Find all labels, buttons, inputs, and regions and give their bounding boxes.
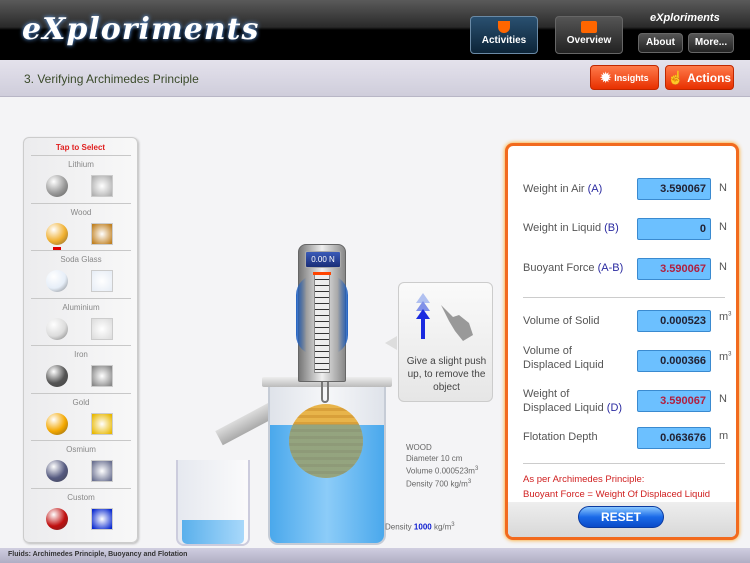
cube-shape-icon[interactable] xyxy=(91,175,113,197)
object-name: WOOD xyxy=(406,443,432,452)
material-item-gold[interactable]: Gold xyxy=(31,392,131,440)
flotation-depth-unit: m xyxy=(719,430,729,442)
material-selector: Tap to Select Lithium Wood Soda Glass Al… xyxy=(23,137,138,543)
material-label: Gold xyxy=(72,397,90,407)
liquid-density: Density 1000 kg/m3 xyxy=(385,522,455,532)
lightbulb-icon: ✹ xyxy=(600,69,612,85)
material-item-osmium[interactable]: Osmium xyxy=(31,440,131,487)
object-info: WOOD Diameter 10 cm Volume 0.000523m3 De… xyxy=(406,442,478,489)
cube-shape-icon[interactable] xyxy=(91,222,113,245)
material-label: Custom xyxy=(67,492,95,502)
sphere-shape-icon[interactable] xyxy=(46,175,68,197)
material-item-lithium[interactable]: Lithium xyxy=(31,155,131,202)
object-diameter: Diameter 10 cm xyxy=(406,454,463,463)
weight-displaced-unit: N xyxy=(719,393,727,405)
volume-solid-value: 0.000523 xyxy=(637,310,711,332)
weight-displaced-label: Weight of Displaced Liquid (D) xyxy=(523,388,623,414)
hand-icon xyxy=(441,305,473,341)
flotation-depth-value: 0.063676 xyxy=(637,427,711,449)
more-button[interactable]: More... xyxy=(688,33,734,53)
material-selector-title: Tap to Select xyxy=(55,143,106,152)
sphere-shape-icon[interactable] xyxy=(46,365,68,387)
brand-label: eXploriments xyxy=(650,12,720,24)
weight-displaced-value: 3.590067 xyxy=(637,390,711,412)
scale-reading: 0.00 N xyxy=(305,251,341,268)
weight-in-air-value: 3.590067 xyxy=(637,178,711,200)
material-item-wood[interactable]: Wood xyxy=(31,202,131,250)
sphere-shape-icon[interactable] xyxy=(46,317,68,340)
magnet-icon xyxy=(498,21,510,33)
actions-button[interactable]: ☝ Actions xyxy=(665,65,734,90)
material-label: Iron xyxy=(74,350,88,359)
submerged-part xyxy=(289,404,363,478)
easel-icon xyxy=(581,21,597,33)
sphere-shape-icon[interactable] xyxy=(46,507,68,530)
hook-icon xyxy=(321,381,329,403)
page-title: 3. Verifying Archimedes Principle xyxy=(24,72,199,86)
volume-displaced-value: 0.000366 xyxy=(637,350,711,372)
sphere-shape-icon[interactable] xyxy=(46,270,68,292)
cube-shape-icon[interactable] xyxy=(91,460,113,482)
cube-shape-icon[interactable] xyxy=(91,317,113,340)
insights-button[interactable]: ✹ Insights xyxy=(590,65,659,90)
object-volume: Volume 0.000523m3 xyxy=(406,466,479,476)
volume-solid-label: Volume of Solid xyxy=(523,315,600,327)
sphere-shape-icon[interactable] xyxy=(46,222,68,245)
buoyant-force-unit: N xyxy=(719,261,727,273)
arrow-up-icon xyxy=(416,293,430,339)
divider xyxy=(523,297,725,298)
about-button[interactable]: About xyxy=(638,33,683,53)
sphere-shape-icon[interactable] xyxy=(46,412,68,435)
spring-balance-scale xyxy=(314,273,330,373)
material-item-iron[interactable]: Iron xyxy=(31,345,131,392)
cube-shape-icon[interactable] xyxy=(91,365,113,387)
hint-text: Give a slight push up, to remove the obj… xyxy=(406,356,487,393)
reset-bar: RESET xyxy=(508,502,736,537)
volume-solid-unit: m3 xyxy=(719,311,732,323)
material-label: Aluminium xyxy=(62,302,100,312)
results-panel: Weight in Air (A) 3.590067 N Weight in L… xyxy=(505,143,739,540)
material-item-aluminium[interactable]: Aluminium xyxy=(31,297,131,345)
buoyant-force-value: 3.590067 xyxy=(637,258,711,280)
material-label: Lithium xyxy=(68,160,94,169)
divider xyxy=(523,463,725,464)
app-logo: eXploriments xyxy=(22,12,260,47)
hint-pointer xyxy=(385,336,397,350)
sphere-shape-icon[interactable] xyxy=(46,460,68,482)
overview-button[interactable]: Overview xyxy=(555,16,623,54)
material-item-soda-glass[interactable]: Soda Glass xyxy=(31,250,131,297)
weight-in-liquid-label: Weight in Liquid (B) xyxy=(523,222,619,234)
weight-in-air-unit: N xyxy=(719,182,727,194)
cube-shape-icon[interactable] xyxy=(91,412,113,435)
object-density: Density 700 kg/m3 xyxy=(406,478,472,489)
volume-displaced-unit: m3 xyxy=(719,351,732,363)
cube-shape-icon[interactable] xyxy=(91,507,113,530)
weight-in-air-label: Weight in Air (A) xyxy=(523,183,603,195)
hand-pointer-icon: ☝ xyxy=(667,69,685,85)
collected-liquid xyxy=(182,520,244,544)
overflow-spout xyxy=(215,402,276,446)
activities-button[interactable]: Activities xyxy=(470,16,538,54)
volume-displaced-label: Volume of Displaced Liquid xyxy=(523,345,604,371)
material-item-custom[interactable]: Custom xyxy=(31,487,131,535)
flotation-depth-label: Flotation Depth xyxy=(523,431,598,443)
material-label: Osmium xyxy=(66,445,96,454)
material-label: Wood xyxy=(70,207,92,217)
reset-button[interactable]: RESET xyxy=(578,506,664,528)
weight-in-liquid-value: 0 xyxy=(637,218,711,240)
material-label: Soda Glass xyxy=(60,255,102,264)
footer-text: Fluids: Archimedes Principle, Buoyancy a… xyxy=(8,551,188,558)
cube-shape-icon[interactable] xyxy=(91,270,113,292)
principle-note: As per Archimedes Principle: Buoyant Forc… xyxy=(523,474,711,500)
spring-balance-pointer xyxy=(313,272,331,275)
buoyant-force-label: Buoyant Force (A-B) xyxy=(523,262,624,274)
hint-box: Give a slight push up, to remove the obj… xyxy=(398,282,493,402)
weight-in-liquid-unit: N xyxy=(719,221,727,233)
